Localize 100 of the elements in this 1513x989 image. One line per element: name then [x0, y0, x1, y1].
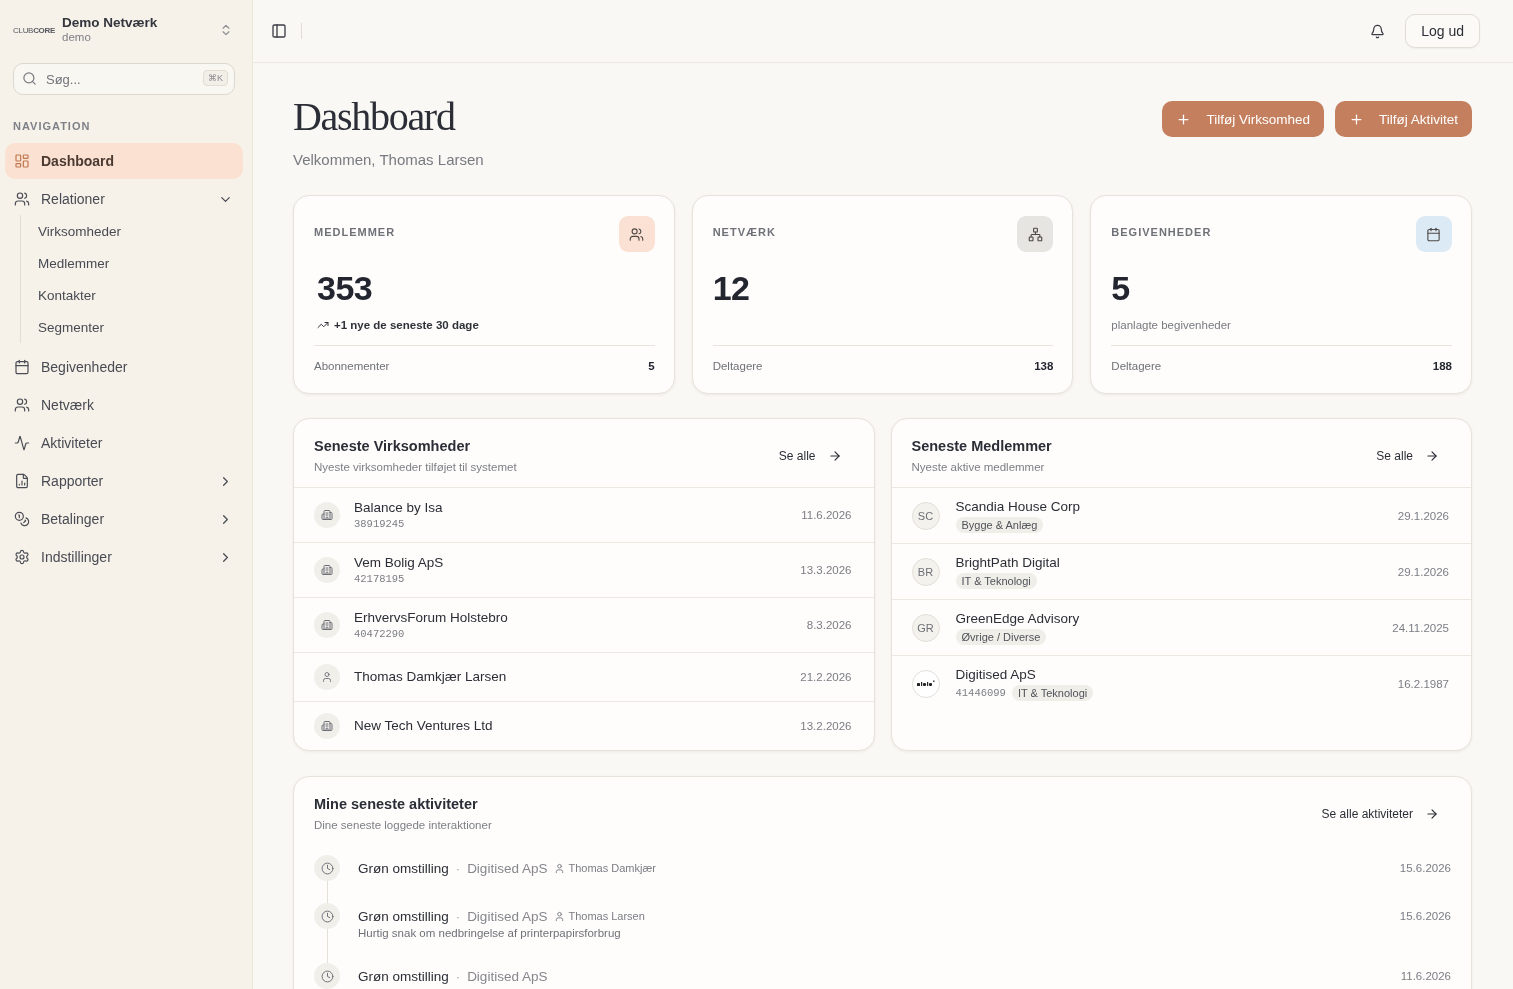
member-name: Scandia House Corp [955, 498, 1081, 516]
activity-company: Digitised ApS [467, 908, 548, 924]
list-row[interactable]: BR BrightPath Digital IT & Teknologi 29.1.2026 [891, 544, 1471, 600]
list-row[interactable]: GR GreenEdge Advisory Øvrige / Diverse 24.11.2025 [891, 600, 1471, 656]
nav-item[interactable]: Netværk [5, 387, 243, 423]
plus-icon [1176, 111, 1192, 127]
nav-subitem[interactable]: Segmenter [21, 311, 243, 343]
brand-logo: CLUBCORE [13, 25, 56, 35]
trend-up-icon [317, 319, 329, 331]
company-number: 38919245 [354, 517, 405, 531]
activity-company: Digitised ApS [467, 860, 548, 876]
stat-label: BEGIVENHEDER [1111, 226, 1212, 238]
stat-footer-label: Deltagere [1111, 360, 1162, 372]
see-all-link[interactable]: Se alle aktiviteter [1309, 801, 1451, 827]
separator-text: · [455, 908, 461, 924]
card-title: Seneste Medlemmer [911, 437, 1052, 456]
nav-item[interactable]: Indstillinger [5, 539, 243, 575]
list-row[interactable]: Thomas Damkjær Larsen 21.2.2026 [294, 653, 874, 702]
category-tag: IT & Teknologi [955, 573, 1037, 589]
user-icon [554, 862, 566, 874]
building-icon [314, 502, 340, 528]
row-date: 21.2.2026 [800, 671, 852, 683]
company-name: New Tech Ventures Ltd [354, 717, 493, 735]
initials-avatar: SC [911, 501, 940, 530]
separator-text: · [455, 968, 461, 984]
row-date: 16.2.1987 [1397, 677, 1449, 690]
workspace-name: Demo Netværk [62, 15, 158, 30]
category-tag: Bygge & Anlæg [955, 517, 1044, 533]
card-title: Mine seneste aktiviteter [314, 795, 478, 814]
list-row[interactable]: Digitised ApS 41446099 IT & Teknologi 16.2.1987 [891, 656, 1471, 711]
see-all-link[interactable]: Se alle [1364, 443, 1451, 469]
clock-icon [314, 903, 340, 929]
nav-item[interactable]: Aktiviteter [5, 425, 243, 461]
user-icon [314, 664, 340, 690]
user-icon [554, 910, 566, 922]
stat-label: NETVÆRK [712, 226, 776, 238]
member-name: Digitised ApS [955, 666, 1036, 684]
nav-item[interactable]: Relationer [5, 181, 243, 217]
company-name: Balance by Isa [354, 499, 443, 517]
nav-item[interactable]: Betalinger [5, 501, 243, 537]
category-tag: Øvrige / Diverse [955, 629, 1047, 645]
page-title: Dashboard [293, 93, 455, 141]
stat-note: planlagte begivenheder [1111, 318, 1231, 333]
stat-footer-value: 188 [1432, 360, 1452, 372]
card-subtitle: Dine seneste loggede interaktioner [314, 818, 492, 833]
bell-icon[interactable] [1370, 23, 1386, 39]
stat-footer-value: 5 [648, 360, 655, 372]
card-subtitle: Nyeste aktive medlemmer [911, 460, 1045, 475]
stat-label: MEDLEMMER [314, 226, 396, 238]
clock-icon [314, 963, 340, 989]
activity-title: Grøn omstilling [358, 968, 449, 984]
nav-item[interactable]: Rapporter [5, 463, 243, 499]
row-date: 11.6.2026 [801, 509, 852, 521]
search-icon [22, 71, 37, 86]
greeting-text: Velkommen, Thomas Larsen [293, 151, 484, 168]
pulse-icon [14, 435, 30, 451]
list-row[interactable]: ErhvervsForum Holstebro 40472290 8.3.2026 [294, 598, 874, 653]
company-number: 41446099 [955, 686, 1006, 700]
nav-item[interactable]: Begivenheder [5, 349, 243, 385]
stat-value: 12 [712, 268, 750, 309]
nav-subitem[interactable]: Kontakter [21, 279, 243, 311]
category-tag: IT & Teknologi [1011, 685, 1094, 701]
nav-subitem[interactable]: Virksomheder [21, 215, 243, 247]
see-all-link[interactable]: Se alle [766, 443, 854, 469]
nav-item[interactable]: Dashboard [5, 143, 243, 179]
stat-footer-label: Abonnementer [314, 360, 390, 372]
chart-file-icon [14, 473, 30, 489]
stat-note: +1 nye de seneste 30 dage [334, 318, 479, 333]
section-heading: NAVIGATION [13, 120, 91, 132]
settings-icon [14, 549, 30, 565]
activity-title: Grøn omstilling [358, 860, 449, 876]
logout-button[interactable]: Log ud [1405, 14, 1480, 48]
row-date: 29.1.2026 [1397, 509, 1449, 522]
row-date: 8.3.2026 [806, 619, 852, 631]
activity-description: Hurtig snak om nedbringelse af printerpapirsforbrug [358, 926, 621, 941]
activity-company: Digitised ApS [467, 968, 548, 984]
list-row[interactable]: New Tech Ventures Ltd 13.2.2026 [294, 702, 874, 750]
building-icon [314, 713, 340, 739]
card-title: Seneste Virksomheder [314, 437, 471, 456]
stat-footer-label: Deltagere [712, 360, 763, 372]
list-row[interactable]: Balance by Isa 38919245 11.6.2026 [294, 488, 874, 543]
company-name: Vem Bolig ApS [354, 554, 444, 572]
coins-icon [14, 511, 30, 527]
activity-date: 15.6.2026 [1399, 910, 1451, 922]
building-icon [314, 612, 340, 638]
nav-subitem[interactable]: Medlemmer [21, 247, 243, 279]
stat-value: 353 [316, 268, 373, 309]
users-icon [14, 397, 30, 413]
member-name: GreenEdge Advisory [955, 610, 1080, 628]
company-number: 40472290 [354, 627, 405, 641]
list-row[interactable]: SC Scandia House Corp Bygge & Anlæg 29.1.2026 [891, 488, 1471, 544]
list-row[interactable]: Vem Bolig ApS 42178195 13.3.2026 [294, 543, 874, 598]
card-subtitle: Nyeste virksomheder tilføjet til systemet [314, 460, 517, 475]
calendar-icon [14, 359, 30, 375]
sidebar-toggle-icon[interactable] [271, 23, 287, 39]
stat-footer-value: 138 [1034, 360, 1054, 372]
row-date: 13.3.2026 [800, 564, 852, 576]
activity-title: Grøn omstilling [358, 908, 449, 924]
workspace-subtitle: demo [62, 30, 91, 45]
row-date: 24.11.2025 [1392, 621, 1449, 634]
